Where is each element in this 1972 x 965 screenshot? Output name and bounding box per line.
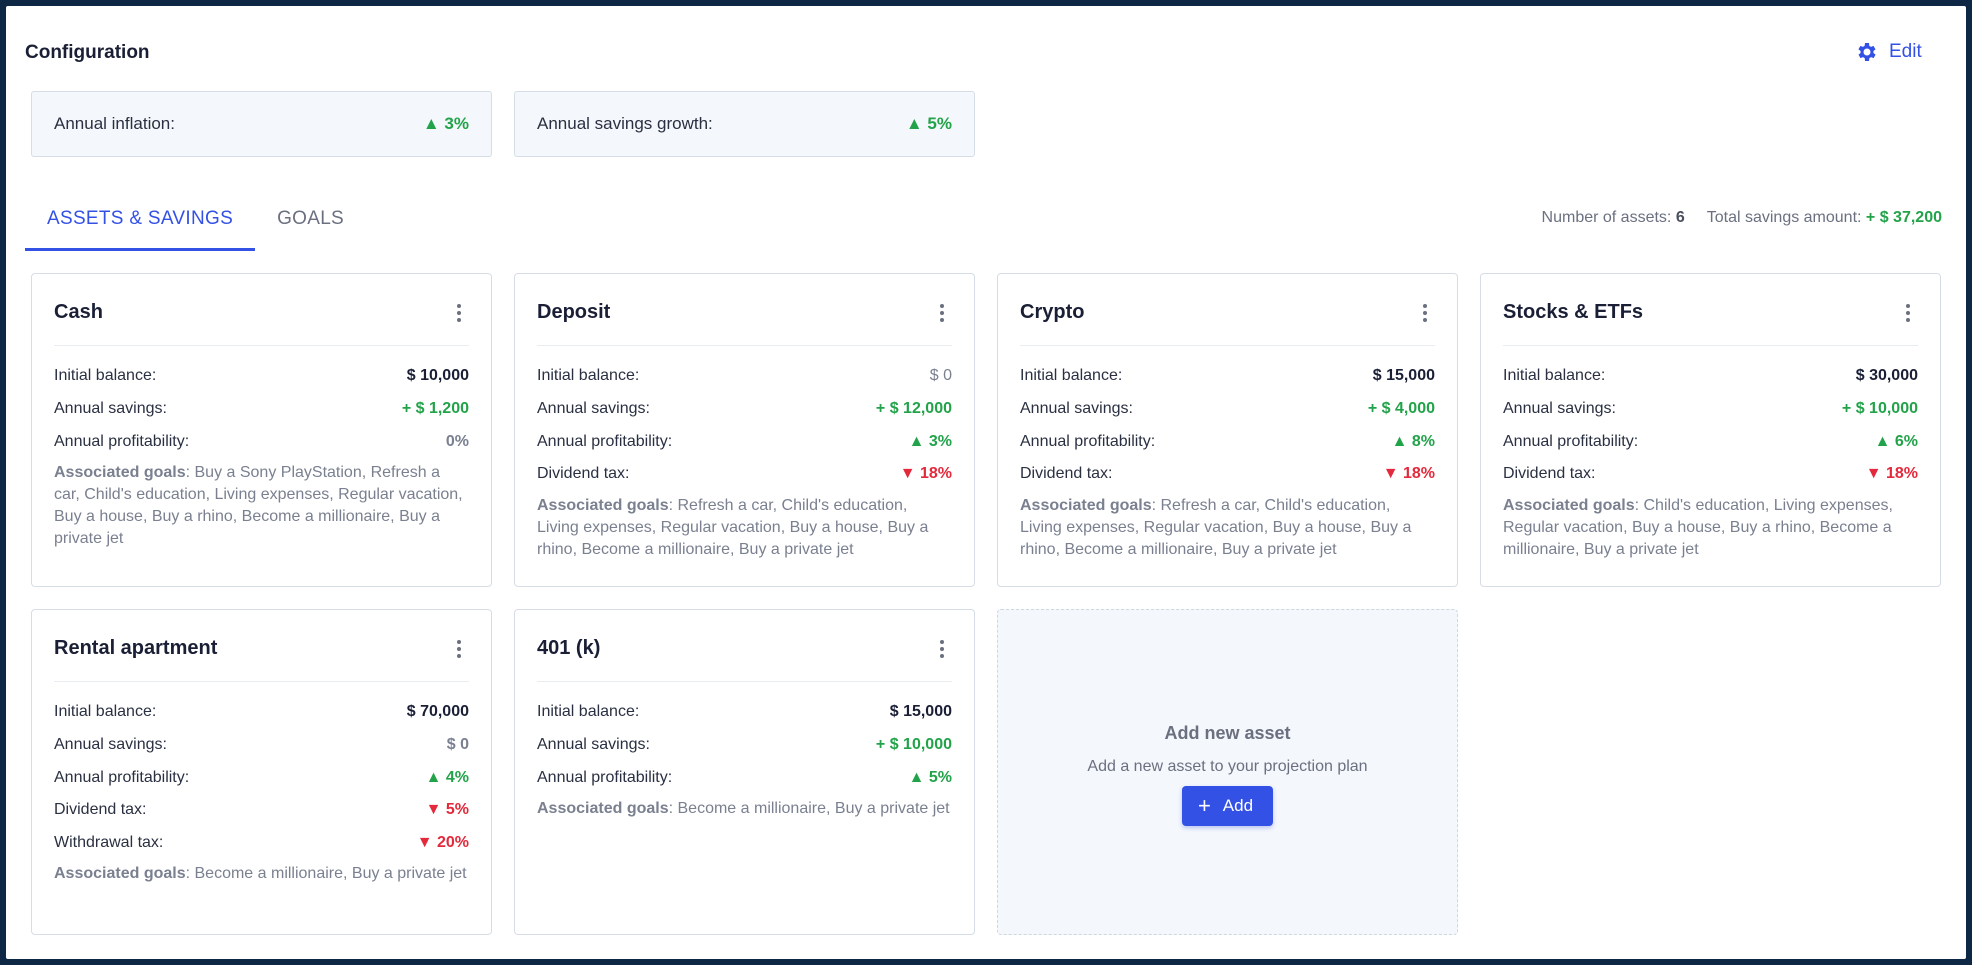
card-title: Cash [54, 301, 103, 323]
asset-count: Number of assets: 6 [1541, 209, 1685, 226]
initial-balance-row: Initial balance: $ 0 [537, 367, 952, 385]
associated-goals: Associated goals: Refresh a car, Child's… [537, 496, 929, 558]
more-vertical-icon[interactable] [449, 637, 469, 661]
associated-goals: Associated goals: Child's education, Liv… [1503, 496, 1893, 558]
add-asset-card: Add new asset Add a new asset to your pr… [997, 609, 1458, 935]
asset-card-crypto: Crypto Initial balance: $ 15,000 Annual s… [997, 273, 1458, 587]
tab-goals[interactable]: GOALS [255, 195, 366, 251]
annual-savings-row: Annual savings: + $ 4,000 [1020, 400, 1435, 418]
initial-balance-row: Initial balance: $ 70,000 [54, 703, 469, 721]
annual-savings-row: Annual savings: + $ 1,200 [54, 400, 469, 418]
asset-card-rental-apartment: Rental apartment Initial balance: $ 70,00… [31, 609, 492, 935]
initial-balance-row: Initial balance: $ 15,000 [537, 703, 952, 721]
more-vertical-icon[interactable] [932, 301, 952, 325]
dividend-tax-row: Dividend tax: ▼ 18% [1020, 465, 1435, 483]
edit-button[interactable]: Edit [1855, 40, 1922, 64]
add-asset-title: Add new asset [1164, 722, 1291, 743]
card-title: 401 (k) [537, 637, 601, 659]
card-title: Rental apartment [54, 637, 218, 659]
tab-assets-savings[interactable]: ASSETS & SAVINGS [25, 195, 256, 251]
annual-profitability-row: Annual profitability: ▲ 8% [1020, 432, 1435, 450]
initial-balance-row: Initial balance: $ 15,000 [1020, 367, 1435, 385]
edit-label: Edit [1889, 41, 1922, 62]
annual-profitability-row: Annual profitability: ▲ 3% [537, 432, 952, 450]
add-button-label: Add [1222, 795, 1254, 815]
initial-balance-row: Initial balance: $ 10,000 [54, 367, 469, 385]
add-asset-subtitle: Add a new asset to your projection plan [1087, 757, 1368, 775]
inflation-box: Annual inflation: ▲ 3% [31, 91, 492, 157]
annual-profitability-row: Annual profitability: ▲ 6% [1503, 432, 1918, 450]
withdrawal-tax-row: Withdrawal tax: ▼ 20% [54, 834, 469, 852]
asset-card-cash: Cash Initial balance: $ 10,000 Annual sav… [31, 273, 492, 587]
annual-profitability-row: Annual profitability: 0% [54, 432, 469, 450]
annual-savings-row: Annual savings: $ 0 [54, 736, 469, 754]
associated-goals: Associated goals: Refresh a car, Child's… [1020, 496, 1412, 558]
associated-goals: Associated goals: Buy a Sony PlayStation… [54, 464, 463, 548]
more-vertical-icon[interactable] [932, 637, 952, 661]
annual-savings-row: Annual savings: + $ 10,000 [537, 736, 952, 754]
gear-icon [1858, 43, 1876, 61]
annual-profitability-row: Annual profitability: ▲ 4% [54, 768, 469, 786]
savings-growth-value: ▲ 5% [905, 114, 952, 133]
assets-summary: Number of assets: 6 Total savings amount… [1542, 209, 1942, 227]
page-title: Configuration [25, 42, 150, 63]
inflation-value: ▲ 3% [422, 114, 469, 133]
associated-goals: Associated goals: Become a millionaire, … [54, 865, 467, 883]
inflation-label: Annual inflation: [54, 114, 175, 133]
more-vertical-icon[interactable] [1415, 301, 1435, 325]
add-asset-button[interactable]: + Add [1181, 785, 1274, 826]
plus-icon: + [1197, 792, 1211, 818]
dividend-tax-row: Dividend tax: ▼ 18% [537, 465, 952, 483]
annual-savings-row: Annual savings: + $ 10,000 [1503, 400, 1918, 418]
card-title: Deposit [537, 301, 611, 323]
asset-card-deposit: Deposit Initial balance: $ 0 Annual savin… [514, 273, 975, 587]
dividend-tax-row: Dividend tax: ▼ 18% [1503, 465, 1918, 483]
asset-card-401k: 401 (k) Initial balance: $ 15,000 Annual … [514, 609, 975, 935]
card-title: Crypto [1020, 301, 1085, 323]
total-savings: Total savings amount: + $ 37,200 [1706, 209, 1942, 226]
associated-goals: Associated goals: Become a millionaire, … [537, 800, 950, 818]
tab-bar: ASSETS & SAVINGS GOALS [25, 195, 366, 251]
dividend-tax-row: Dividend tax: ▼ 5% [54, 801, 469, 819]
more-vertical-icon[interactable] [449, 301, 469, 325]
savings-growth-box: Annual savings growth: ▲ 5% [514, 91, 975, 157]
asset-card-stocks-etfs: Stocks & ETFs Initial balance: $ 30,000 A… [1480, 273, 1941, 587]
savings-growth-label: Annual savings growth: [537, 114, 713, 133]
annual-profitability-row: Annual profitability: ▲ 5% [537, 768, 952, 786]
annual-savings-row: Annual savings: + $ 12,000 [537, 400, 952, 418]
initial-balance-row: Initial balance: $ 30,000 [1503, 367, 1918, 385]
card-title: Stocks & ETFs [1503, 301, 1644, 323]
more-vertical-icon[interactable] [1898, 301, 1918, 325]
